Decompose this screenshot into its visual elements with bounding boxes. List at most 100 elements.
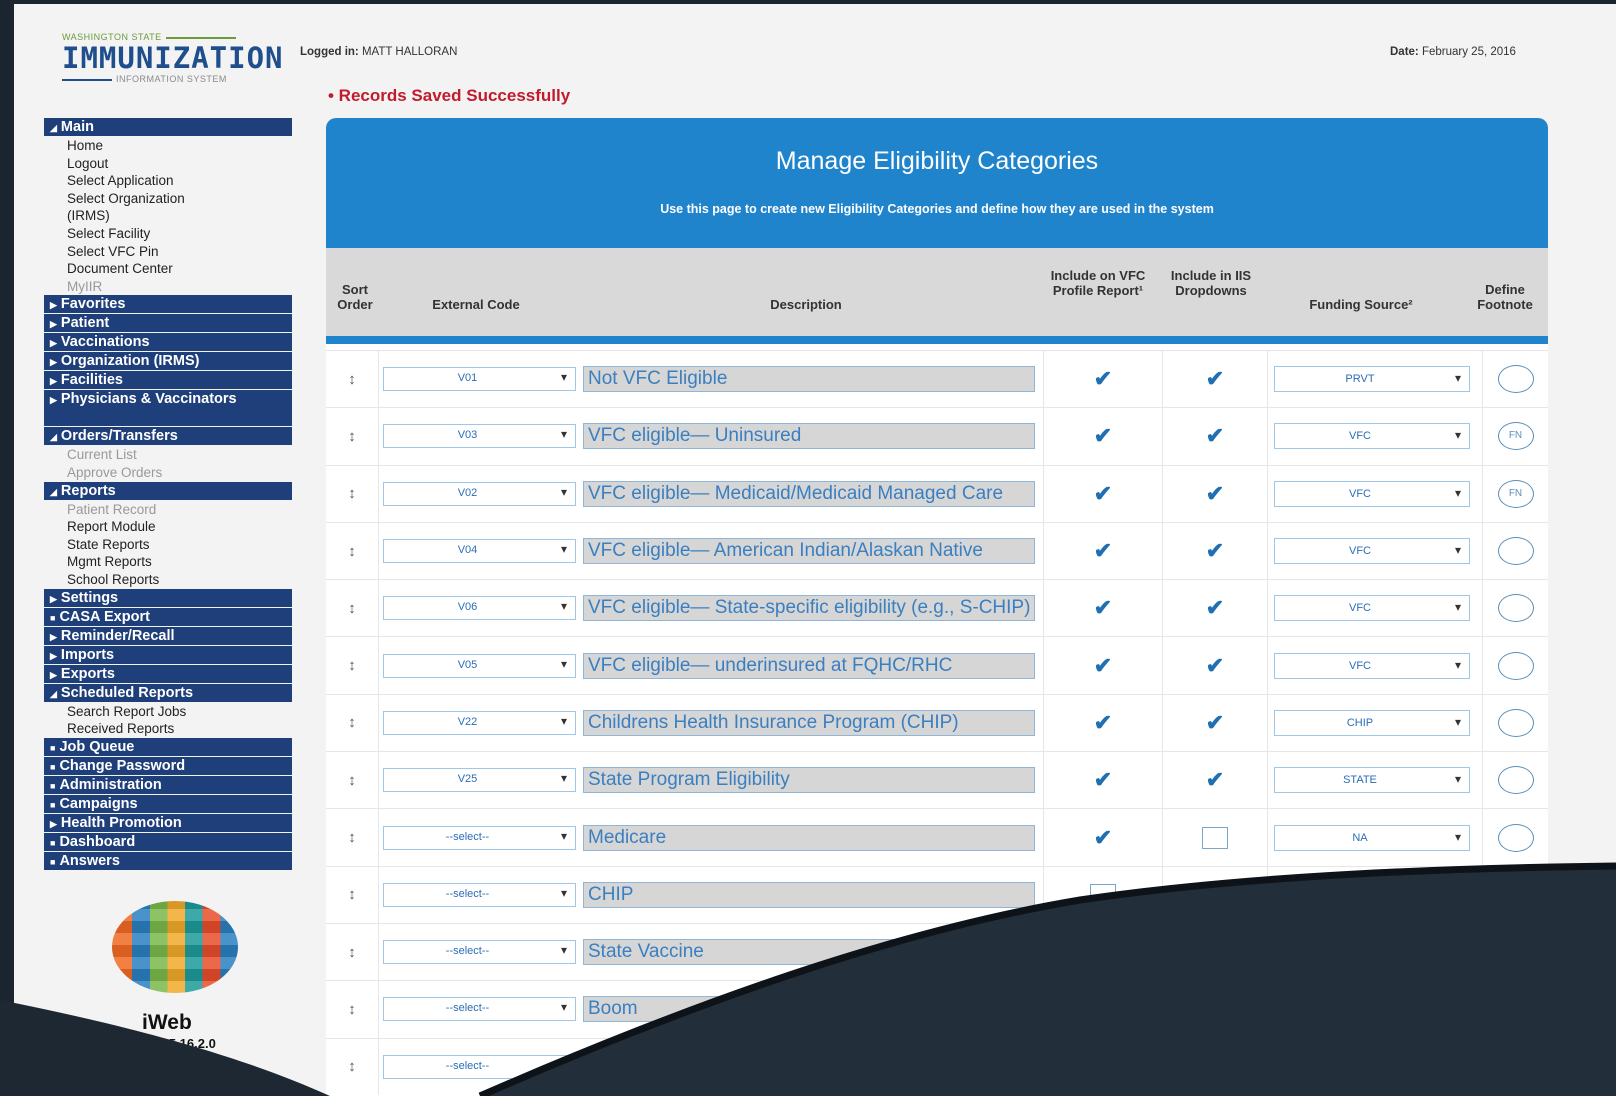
sort-handle-icon[interactable]: ↕ — [326, 1037, 379, 1095]
funding-source-select[interactable]: VFC ▾ — [1274, 595, 1470, 622]
footnote-button[interactable]: FN — [1497, 479, 1534, 508]
description-input[interactable]: VFC eligible— Uninsured — [583, 423, 1035, 450]
check-icon[interactable]: ✔ — [1206, 366, 1224, 391]
check-icon[interactable]: ✔ — [1094, 767, 1112, 792]
external-code-select[interactable]: V22 ▾ — [383, 710, 576, 735]
sort-handle-icon[interactable]: ↕ — [326, 751, 379, 809]
external-code-select[interactable]: --select-- ▾ — [383, 882, 576, 907]
footnote-button[interactable] — [1497, 594, 1534, 623]
sidebar-section-18[interactable]: ■ Campaigns — [44, 794, 292, 813]
check-icon[interactable]: ✔ — [1094, 710, 1112, 735]
external-code-select[interactable]: --select-- ▾ — [383, 1054, 576, 1079]
iis-checkbox[interactable] — [1202, 1055, 1228, 1078]
external-code-select[interactable]: V02 ▾ — [383, 481, 576, 506]
footnote-button[interactable] — [1497, 365, 1534, 394]
sidebar-item[interactable]: School Reports — [44, 571, 292, 589]
sort-handle-icon[interactable]: ↕ — [326, 407, 379, 466]
sidebar-section-10[interactable]: ■ CASA Export — [44, 607, 292, 626]
description-input[interactable]: State Vaccine — [583, 939, 1035, 966]
footnote-button[interactable] — [1497, 537, 1534, 566]
sidebar-section-9[interactable]: ▶ Settings — [44, 588, 292, 607]
check-icon[interactable]: ✔ — [1094, 366, 1112, 391]
sidebar-section-15[interactable]: ■ Job Queue — [44, 737, 292, 756]
description-input[interactable]: VFC eligible— American Indian/Alaskan Na… — [583, 538, 1035, 565]
external-code-select[interactable]: V03 ▾ — [383, 424, 576, 449]
sort-handle-icon[interactable]: ↕ — [326, 865, 379, 924]
sidebar-section-2[interactable]: ▶ Patient — [44, 314, 292, 333]
vfc-checkbox[interactable] — [1090, 883, 1116, 906]
sort-handle-icon[interactable]: ↕ — [326, 579, 379, 637]
sidebar-section-0[interactable]: ◢ Main — [44, 118, 292, 136]
description-input[interactable]: VFC eligible— Medicaid/Medicaid Managed … — [583, 480, 1035, 507]
sort-handle-icon[interactable]: ↕ — [326, 808, 379, 867]
external-code-select[interactable]: --select-- ▾ — [383, 940, 576, 965]
check-icon[interactable]: ✔ — [1094, 538, 1112, 563]
description-input[interactable]: Medicare — [583, 824, 1035, 851]
funding-source-select[interactable]: VFC ▾ — [1274, 652, 1470, 679]
sort-handle-icon[interactable]: ↕ — [326, 349, 379, 408]
check-icon[interactable]: ✔ — [1094, 481, 1112, 506]
sort-handle-icon[interactable]: ↕ — [326, 464, 379, 523]
description-input[interactable]: VFC eligible— underinsured at FQHC/RHC — [583, 652, 1035, 679]
sort-handle-icon[interactable]: ↕ — [326, 980, 379, 1039]
sidebar-item[interactable]: Select VFC Pin — [44, 243, 292, 261]
footnote-button[interactable] — [1497, 1052, 1534, 1081]
check-icon[interactable]: ✔ — [1206, 710, 1224, 735]
description-input[interactable]: VFC eligible— State-specific eligibility… — [583, 595, 1035, 622]
sidebar-item[interactable]: Select Facility — [44, 225, 292, 243]
sidebar-section-16[interactable]: ■ Change Password — [44, 756, 292, 775]
iis-checkbox[interactable] — [1202, 826, 1228, 849]
description-input[interactable]: CHIP — [583, 881, 1035, 908]
check-icon[interactable]: ✔ — [1206, 538, 1224, 563]
sidebar-item[interactable]: (IRMS) — [44, 207, 292, 225]
footnote-button[interactable]: FN — [1497, 422, 1534, 451]
check-icon[interactable]: ✔ — [1206, 595, 1224, 620]
iis-checkbox[interactable] — [1202, 998, 1228, 1021]
sidebar-item[interactable]: Select Organization — [44, 190, 292, 208]
sidebar-section-3[interactable]: ▶ Vaccinations — [44, 333, 292, 352]
sort-handle-icon[interactable]: ↕ — [326, 693, 379, 752]
sidebar-section-4[interactable]: ▶ Organization (IRMS) — [44, 352, 292, 371]
funding-source-select[interactable]: NA ▾ — [1274, 824, 1470, 851]
funding-source-select[interactable]: VFC ▾ — [1274, 423, 1470, 450]
description-input[interactable]: Boom — [583, 996, 1035, 1023]
description-input[interactable] — [583, 1053, 1035, 1080]
external-code-select[interactable]: --select-- ▾ — [383, 997, 576, 1022]
funding-source-select[interactable]: PRVT ▾ — [1274, 366, 1470, 393]
sidebar-item[interactable]: Select Application — [44, 172, 292, 190]
sidebar-section-19[interactable]: ▶ Health Promotion — [44, 813, 292, 832]
sidebar-item[interactable]: Logout — [44, 155, 292, 173]
external-code-select[interactable]: V05 ▾ — [383, 653, 576, 678]
footnote-button[interactable] — [1497, 938, 1534, 967]
sidebar-section-11[interactable]: ▶ Reminder/Recall — [44, 626, 292, 645]
footnote-button[interactable] — [1497, 823, 1534, 852]
external-code-select[interactable]: V25 ▾ — [383, 768, 576, 793]
check-icon[interactable]: ✔ — [1094, 595, 1112, 620]
vfc-checkbox[interactable] — [1090, 998, 1116, 1021]
external-code-select[interactable]: V04 ▾ — [383, 539, 576, 564]
sidebar-item[interactable]: Received Reports — [44, 720, 292, 738]
footnote-button[interactable] — [1497, 708, 1534, 737]
check-icon[interactable]: ✔ — [1206, 767, 1224, 792]
check-icon[interactable]: ✔ — [1206, 423, 1224, 448]
funding-source-select[interactable]: ▾ — [1274, 881, 1470, 908]
description-input[interactable]: Childrens Health Insurance Program (CHIP… — [583, 709, 1035, 736]
vfc-checkbox[interactable] — [1090, 1055, 1116, 1078]
sidebar-section-5[interactable]: ▶ Facilities — [44, 371, 292, 390]
sidebar-item[interactable]: Report Module — [44, 518, 292, 536]
funding-source-select[interactable]: ▾ — [1274, 1053, 1470, 1080]
funding-source-select[interactable]: STATE ▾ — [1274, 767, 1470, 794]
iis-checkbox[interactable] — [1202, 941, 1228, 964]
footnote-button[interactable] — [1497, 995, 1534, 1024]
footnote-button[interactable] — [1497, 766, 1534, 795]
sidebar-item[interactable]: State Reports — [44, 536, 292, 554]
external-code-select[interactable]: --select-- ▾ — [383, 825, 576, 850]
external-code-select[interactable]: V06 ▾ — [383, 596, 576, 621]
sidebar-item[interactable]: Mgmt Reports — [44, 553, 292, 571]
sidebar-section-13[interactable]: ▶ Exports — [44, 664, 292, 683]
description-input[interactable]: Not VFC Eligible — [583, 366, 1035, 393]
sidebar-section-7[interactable]: ◢ Orders/Transfers — [44, 427, 292, 446]
sidebar-item[interactable]: Search Report Jobs — [44, 703, 292, 721]
funding-source-select[interactable]: ▾ — [1274, 939, 1470, 966]
iis-checkbox[interactable] — [1202, 883, 1228, 906]
